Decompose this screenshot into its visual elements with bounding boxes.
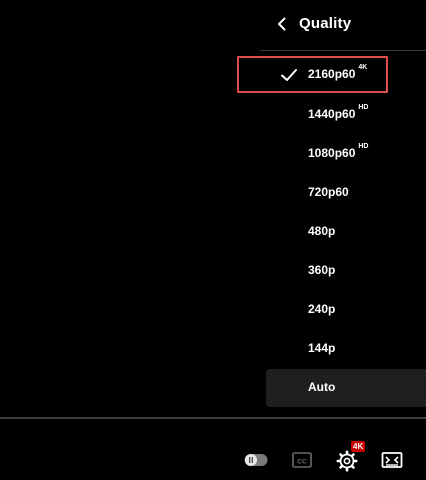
quality-option-label: Auto bbox=[308, 380, 336, 394]
checkmark-icon bbox=[281, 69, 297, 81]
quality-option-360p[interactable]: 360p bbox=[260, 252, 426, 290]
quality-option-1080p60[interactable]: 1080p60 HD bbox=[260, 135, 426, 173]
quality-option-label: 240p bbox=[308, 302, 336, 316]
quality-option-480p[interactable]: 480p bbox=[260, 213, 426, 251]
theater-mode-icon[interactable] bbox=[380, 449, 404, 471]
quality-option-720p60[interactable]: 720p60 bbox=[260, 174, 426, 212]
quality-option-label: 1440p60 HD bbox=[308, 104, 369, 121]
quality-option-label: 720p60 bbox=[308, 185, 349, 199]
quality-option-label: 480p bbox=[308, 224, 336, 238]
quality-option-144p[interactable]: 144p bbox=[260, 330, 426, 368]
quality-option-label: 360p bbox=[308, 263, 336, 277]
quality-badge: 4K bbox=[358, 64, 368, 71]
progress-bar[interactable] bbox=[0, 417, 426, 419]
quality-option-2160p60[interactable]: 2160p60 4K bbox=[260, 56, 426, 94]
quality-menu-title: Quality bbox=[299, 15, 352, 32]
autoplay-toggle-icon[interactable] bbox=[244, 453, 268, 467]
quality-badge: HD bbox=[358, 143, 369, 150]
quality-option-label: 144p bbox=[308, 341, 336, 355]
quality-option-label: 1080p60 HD bbox=[308, 143, 369, 160]
quality-option-label: 2160p60 4K bbox=[308, 64, 368, 81]
chevron-left-icon[interactable] bbox=[272, 14, 292, 34]
quality-option-auto[interactable]: Auto bbox=[266, 369, 426, 407]
svg-text:CC: CC bbox=[297, 459, 307, 466]
quality-option-1440p60[interactable]: 1440p60 HD bbox=[260, 96, 426, 134]
settings-button[interactable]: 4K bbox=[333, 441, 366, 474]
quality-menu-header: Quality bbox=[260, 0, 426, 51]
quality-badge: HD bbox=[358, 104, 369, 111]
player-controls: CC 4K bbox=[0, 420, 426, 480]
quality-option-240p[interactable]: 240p bbox=[260, 291, 426, 329]
quality-menu: Quality 2160p60 4K 1440p60 HD 1080p60 HD 72… bbox=[260, 0, 426, 410]
video-player[interactable]: Quality 2160p60 4K 1440p60 HD 1080p60 HD 72… bbox=[0, 0, 426, 480]
closed-captions-icon[interactable]: CC bbox=[290, 449, 314, 471]
quality-badge: 4K bbox=[351, 441, 366, 452]
